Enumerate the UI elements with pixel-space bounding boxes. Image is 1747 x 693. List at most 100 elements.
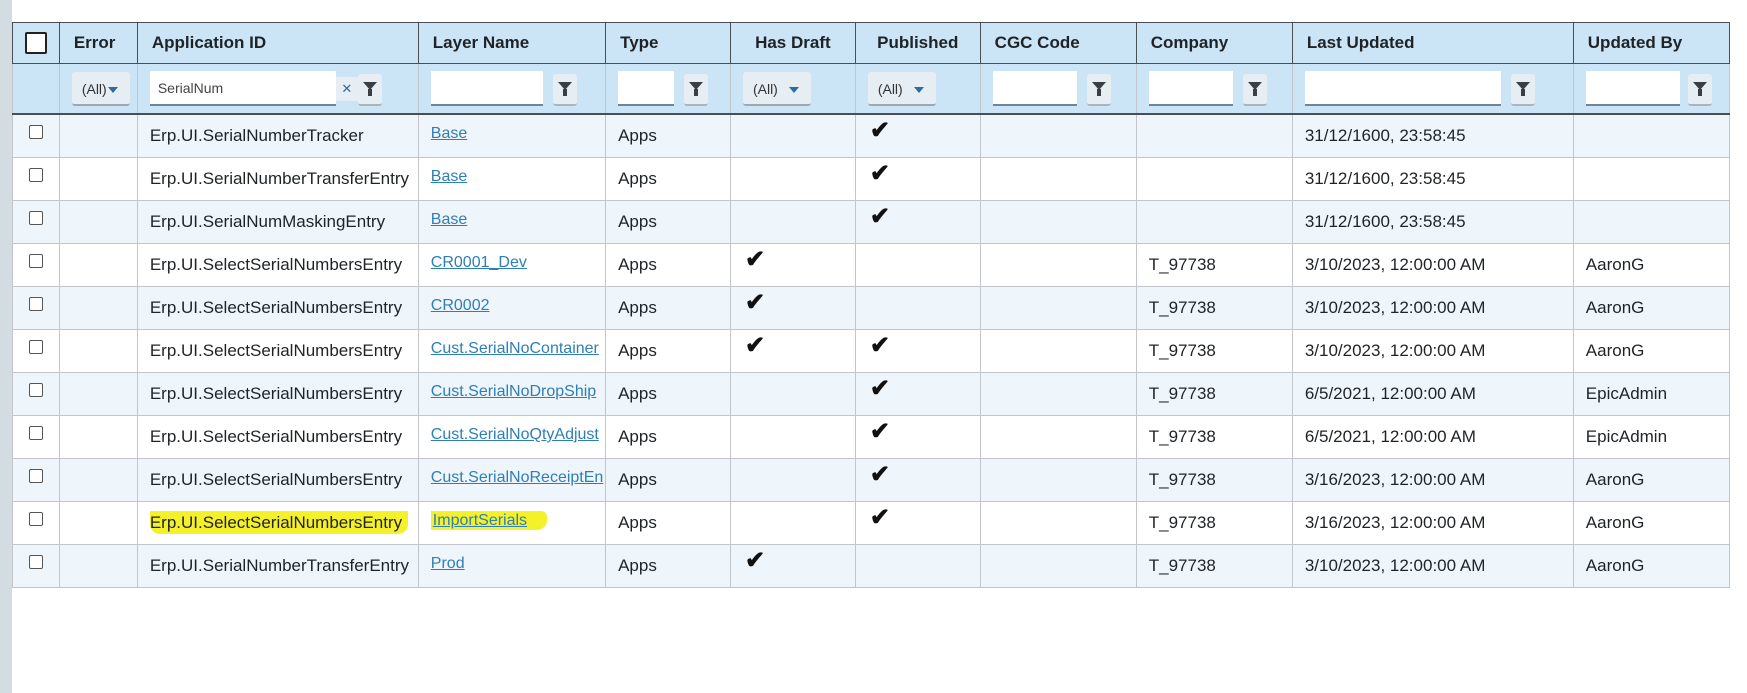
layer-name-link[interactable]: Base	[431, 168, 467, 185]
layer-name-link[interactable]: ImportSerials	[430, 511, 548, 530]
company-filter-input[interactable]	[1148, 71, 1233, 106]
layer-name-filter-input[interactable]	[430, 71, 543, 106]
column-header-application-id[interactable]: Application ID	[136, 22, 419, 64]
application-id-cell: Erp.UI.SelectSerialNumbersEntry	[136, 458, 419, 502]
clear-filter-icon[interactable]: ✕	[335, 77, 358, 101]
checkmark-icon: ✔	[869, 202, 890, 230]
table-row[interactable]: Erp.UI.SerialNumMaskingEntry Base Apps ✔ 31/…	[12, 200, 1731, 244]
row-select-cell[interactable]	[12, 501, 60, 545]
layer-name-link[interactable]: CR0002	[431, 297, 490, 314]
row-select-cell[interactable]	[12, 113, 60, 158]
application-id-filter-input[interactable]: SerialNum	[149, 71, 336, 106]
column-header-type[interactable]: Type	[605, 22, 731, 64]
error-cell	[58, 157, 138, 201]
company-cell	[1135, 113, 1293, 158]
row-checkbox[interactable]	[28, 125, 43, 139]
layer-name-link[interactable]: Base	[431, 125, 467, 142]
error-filter-dropdown[interactable]: (All)	[71, 72, 130, 106]
table-row[interactable]: Erp.UI.SelectSerialNumbersEntry Cust.Seri…	[12, 458, 1731, 502]
application-id-cell: Erp.UI.SelectSerialNumbersEntry	[136, 243, 419, 287]
checkmark-icon: ✔	[869, 159, 890, 187]
column-header-published[interactable]: Published	[854, 22, 981, 64]
updated-by-cell: AaronG	[1572, 458, 1731, 502]
application-id-cell: Erp.UI.SelectSerialNumbersEntry	[136, 415, 419, 459]
row-checkbox[interactable]	[28, 383, 43, 397]
column-header-last-updated[interactable]: Last Updated	[1291, 22, 1574, 64]
row-checkbox[interactable]	[28, 297, 43, 311]
has-draft-filter-dropdown[interactable]: (All)	[742, 72, 811, 106]
row-select-cell[interactable]	[12, 329, 60, 373]
type-filter-button[interactable]	[684, 74, 709, 106]
row-select-cell[interactable]	[12, 415, 60, 459]
cgc-code-cell	[979, 501, 1137, 545]
row-select-cell[interactable]	[12, 157, 60, 201]
select-all-header[interactable]	[12, 22, 60, 64]
type-cell: Apps	[605, 501, 731, 545]
layer-name-link[interactable]: Cust.SerialNoQtyAdjust	[431, 426, 599, 443]
layer-name-link[interactable]: Cust.SerialNoReceiptEn	[431, 469, 604, 486]
table-row[interactable]: Erp.UI.SelectSerialNumbersEntry Cust.Seri…	[12, 372, 1731, 416]
application-id-text: Erp.UI.SerialNumberTracker	[149, 126, 364, 145]
layer-name-link[interactable]: Prod	[431, 555, 465, 572]
table-row[interactable]: Erp.UI.SerialNumberTransferEntry Base Apps…	[12, 157, 1731, 201]
row-checkbox[interactable]	[28, 426, 43, 440]
filter-cell-select	[12, 63, 60, 115]
application-id-text: Erp.UI.SelectSerialNumbersEntry	[149, 511, 409, 534]
row-checkbox[interactable]	[28, 555, 43, 569]
has-draft-cell	[729, 372, 856, 416]
table-row[interactable]: Erp.UI.SelectSerialNumbersEntry ImportSer…	[12, 501, 1731, 545]
row-checkbox[interactable]	[28, 512, 43, 526]
application-id-filter-button[interactable]	[357, 74, 382, 106]
company-cell: T_97738	[1135, 243, 1293, 287]
table-row[interactable]: Erp.UI.SelectSerialNumbersEntry CR0002 App…	[12, 286, 1731, 330]
column-header-cgc-code[interactable]: CGC Code	[979, 22, 1137, 64]
row-checkbox[interactable]	[28, 254, 43, 268]
column-header-company[interactable]: Company	[1135, 22, 1293, 64]
row-checkbox[interactable]	[28, 469, 43, 483]
last-updated-filter-button[interactable]	[1510, 74, 1535, 106]
column-header-layer-name[interactable]: Layer Name	[417, 22, 607, 64]
company-filter-button[interactable]	[1242, 74, 1267, 106]
row-select-cell[interactable]	[12, 286, 60, 330]
row-select-cell[interactable]	[12, 458, 60, 502]
layer-name-link[interactable]: CR0001_Dev	[431, 254, 527, 271]
row-select-cell[interactable]	[12, 243, 60, 287]
column-header-has-draft[interactable]: Has Draft	[729, 22, 856, 64]
cgc-code-cell	[979, 113, 1137, 158]
published-filter-dropdown[interactable]: (All)	[867, 72, 936, 106]
table-row[interactable]: Erp.UI.SerialNumberTracker Base Apps ✔ 31/12…	[12, 113, 1731, 158]
cgc-code-filter-input[interactable]	[992, 71, 1077, 106]
cgc-code-filter-button[interactable]	[1086, 74, 1111, 106]
row-checkbox[interactable]	[28, 211, 43, 225]
layer-name-link[interactable]: Base	[431, 211, 467, 228]
filter-cell-company	[1135, 63, 1293, 115]
application-id-cell: Erp.UI.SelectSerialNumbersEntry	[136, 372, 419, 416]
updated-by-filter-button[interactable]	[1687, 74, 1712, 106]
type-filter-input[interactable]	[618, 71, 675, 106]
type-cell: Apps	[605, 200, 731, 244]
type-cell: Apps	[605, 372, 731, 416]
select-all-checkbox[interactable]	[24, 32, 47, 54]
updated-by-filter-input[interactable]	[1585, 71, 1680, 106]
layer-name-link[interactable]: Cust.SerialNoDropShip	[431, 383, 596, 400]
row-checkbox[interactable]	[28, 340, 43, 354]
layer-name-link[interactable]: Cust.SerialNoContainer	[431, 340, 599, 357]
table-row[interactable]: Erp.UI.SelectSerialNumbersEntry CR0001_De…	[12, 243, 1731, 287]
funnel-icon	[557, 82, 572, 96]
caret-down-icon	[788, 87, 799, 93]
checkmark-icon: ✔	[869, 417, 890, 445]
funnel-icon	[1091, 82, 1106, 96]
column-header-error[interactable]: Error	[58, 22, 138, 64]
last-updated-filter-input[interactable]	[1304, 71, 1501, 106]
table-row[interactable]: Erp.UI.SelectSerialNumbersEntry Cust.Seri…	[12, 329, 1731, 373]
layer-name-filter-button[interactable]	[552, 74, 577, 106]
row-checkbox[interactable]	[28, 168, 43, 182]
row-select-cell[interactable]	[12, 544, 60, 588]
company-cell: T_97738	[1135, 458, 1293, 502]
row-select-cell[interactable]	[12, 200, 60, 244]
column-header-updated-by[interactable]: Updated By	[1572, 22, 1731, 64]
table-row[interactable]: Erp.UI.SerialNumberTransferEntry Prod Apps…	[12, 544, 1731, 588]
row-select-cell[interactable]	[12, 372, 60, 416]
table-row[interactable]: Erp.UI.SelectSerialNumbersEntry Cust.Seri…	[12, 415, 1731, 459]
updated-by-cell: AaronG	[1572, 286, 1731, 330]
